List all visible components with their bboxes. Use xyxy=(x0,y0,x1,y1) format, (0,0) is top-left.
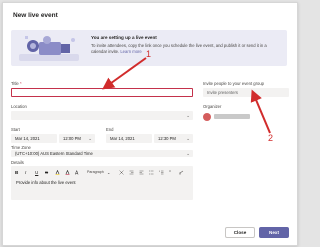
location-select[interactable]: ⌄ xyxy=(11,111,193,120)
dialog-title: New live event xyxy=(13,12,58,19)
bulleted-list-icon[interactable] xyxy=(149,170,154,175)
chevron-down-icon: ⌄ xyxy=(186,113,190,118)
banner-title: You are setting up a live event xyxy=(91,35,157,40)
learn-more-link[interactable]: Learn more xyxy=(120,49,141,54)
banner-body: To invite attendees, copy the link once … xyxy=(91,43,281,55)
annotation-number-1: 1 xyxy=(146,49,152,59)
title-input[interactable] xyxy=(11,88,193,97)
start-date-value: Mar 14, 2021 xyxy=(15,136,40,141)
end-time-picker[interactable]: 12:30 PM ⌄ xyxy=(154,134,193,143)
end-date-picker[interactable]: Mar 14, 2021 xyxy=(106,134,152,143)
indent-icon[interactable] xyxy=(139,170,144,175)
organizer-name-redacted xyxy=(214,114,250,119)
details-placeholder: Provide info about the live event xyxy=(16,180,76,185)
end-date-value: Mar 14, 2021 xyxy=(110,136,135,141)
chevron-down-icon: ⌄ xyxy=(88,136,92,141)
organizer-avatar xyxy=(203,113,211,121)
title-label: Title * xyxy=(11,81,22,86)
start-date-picker[interactable]: Mar 14, 2021 xyxy=(11,134,57,143)
quote-icon[interactable]: ” xyxy=(169,170,174,175)
organizer-label: Organizer xyxy=(203,104,222,109)
paragraph-style-dropdown[interactable]: Paragraph xyxy=(87,169,104,176)
start-time-picker[interactable]: 12:00 PM ⌄ xyxy=(59,134,95,143)
chevron-down-icon[interactable]: ⌄ xyxy=(107,169,110,176)
details-editor[interactable]: B I U S A Paragraph ⌄ ” Provide info abo… xyxy=(11,166,193,200)
font-color-icon[interactable] xyxy=(65,170,70,175)
close-button[interactable]: Close xyxy=(225,227,255,238)
info-banner: You are setting up a live event To invit… xyxy=(11,30,287,66)
link-icon[interactable] xyxy=(179,170,184,175)
invite-label: Invite people to your event group xyxy=(203,81,264,86)
svg-text:”: ” xyxy=(169,171,171,175)
start-label: Start xyxy=(11,127,20,132)
underline-button[interactable]: U xyxy=(35,169,38,176)
end-time-value: 12:30 PM xyxy=(158,136,176,141)
svg-text:A: A xyxy=(75,171,79,176)
required-marker: * xyxy=(19,81,22,86)
chevron-down-icon: ⌄ xyxy=(186,136,190,141)
bold-button[interactable]: B xyxy=(15,169,18,176)
location-label: Location xyxy=(11,104,27,109)
next-button[interactable]: Next xyxy=(259,227,289,238)
banner-body-text: To invite attendees, copy the link once … xyxy=(91,43,267,54)
clear-formatting-icon[interactable] xyxy=(119,170,124,175)
invite-presenters-input[interactable]: Invite presenters xyxy=(203,88,289,97)
font-size-icon[interactable]: A xyxy=(75,170,80,176)
strikethrough-button[interactable]: S xyxy=(45,169,48,176)
end-label: End xyxy=(106,127,114,132)
outdent-icon[interactable] xyxy=(129,170,134,175)
timezone-select[interactable]: (UTC+10:00) AUS Eastern Standard Time ⌄ xyxy=(11,150,193,157)
timezone-value: (UTC+10:00) AUS Eastern Standard Time xyxy=(15,151,93,156)
start-time-value: 12:00 PM xyxy=(63,136,81,141)
title-label-text: Title xyxy=(11,81,19,86)
text-highlight-icon[interactable] xyxy=(55,170,60,175)
new-live-event-dialog: New live event You are setting up a live… xyxy=(2,2,298,246)
chevron-down-icon: ⌄ xyxy=(186,151,190,156)
italic-button[interactable]: I xyxy=(25,169,26,176)
details-label: Details xyxy=(11,160,24,165)
numbered-list-icon[interactable] xyxy=(159,170,164,175)
video-camera-illustration-icon xyxy=(19,36,79,61)
annotation-number-2: 2 xyxy=(268,133,274,143)
invite-placeholder: Invite presenters xyxy=(207,90,238,95)
formatting-toolbar: B I U S A Paragraph ⌄ ” xyxy=(15,169,191,176)
